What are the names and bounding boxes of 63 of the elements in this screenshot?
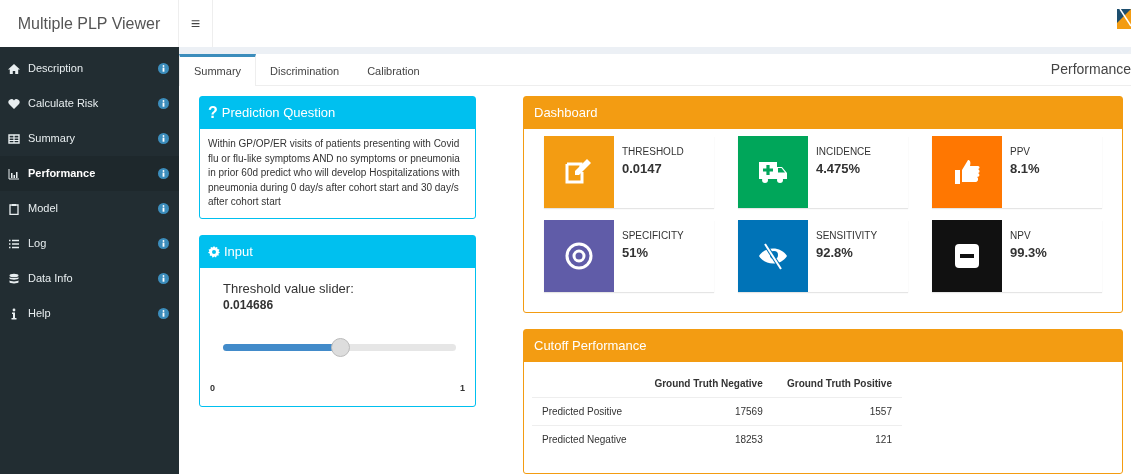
slider-label: Threshold value slider: [223, 281, 355, 296]
sidebar-item[interactable]: Performance [0, 156, 179, 191]
tile-value: 51% [622, 244, 650, 262]
sidebar-item[interactable]: Log [0, 226, 179, 261]
sidebar-item[interactable]: Calculate Risk [0, 86, 179, 121]
heart-icon [8, 97, 20, 110]
column-header: Ground Truth Negative [640, 370, 773, 398]
target-icon [563, 240, 595, 272]
slider-max: 1 [460, 381, 465, 395]
sidebar-item[interactable]: Summary [0, 121, 179, 156]
tile-label: SPECIFICITY [622, 229, 684, 243]
table-cell: 121 [772, 425, 902, 453]
table-cell: 17569 [640, 397, 773, 426]
column-header: Ground Truth Positive [772, 370, 902, 398]
house-icon [8, 62, 20, 75]
sidebar-item[interactable]: Help [0, 296, 179, 331]
panel-title: Dashboard [534, 104, 598, 123]
tile-label: INCIDENCE [816, 145, 871, 159]
eye-slash-icon [757, 240, 789, 272]
tile-value: 4.475% [816, 160, 862, 178]
info-icon[interactable] [158, 98, 169, 109]
sidebar-item[interactable]: Model [0, 191, 179, 226]
tile-label: SENSITIVITY [816, 229, 878, 243]
app-title: Multiple PLP Viewer [0, 0, 179, 47]
tile-label: THRESHOLD [622, 145, 684, 159]
tab[interactable]: Summary [179, 53, 257, 86]
tab[interactable]: Discrimination [256, 53, 354, 86]
row-label: Predicted Positive [532, 397, 641, 426]
info-icon[interactable] [158, 133, 169, 144]
tile-value: 8.1% [1010, 160, 1040, 178]
info-icon[interactable] [158, 238, 169, 249]
slider-handle[interactable] [330, 337, 350, 357]
tile-value: 0.0147 [622, 160, 663, 178]
panel-title: Prediction Question [221, 104, 336, 123]
slider-value: 0.014686 [223, 296, 275, 314]
table-cell: 18253 [640, 425, 773, 453]
tile-label: NPV [1010, 229, 1032, 243]
info-icon[interactable] [158, 203, 169, 214]
clipboard-icon [8, 202, 20, 215]
row-label: Predicted Negative [532, 425, 641, 453]
info-icon[interactable] [158, 168, 169, 179]
sidebar-item[interactable]: Data Info [0, 261, 179, 296]
panel-title: Cutoff Performance [534, 337, 647, 356]
sidebar-item[interactable]: Description [0, 51, 179, 86]
tile-value: 92.8% [816, 244, 854, 262]
info-icon[interactable] [158, 273, 169, 284]
bar-chart-icon [8, 167, 20, 180]
tile-value: 99.3% [1010, 244, 1047, 262]
question-text: Within GP/OP/ER visits of patients presenting with Covid flu or flu-like symptoms AND no symptoms or pneumonia in prior 60d predict who will develop Hospitalizations with pneumonia during 0 day/s after cohort start and 30 day/s after cohort start [207, 137, 461, 209]
database-icon [8, 272, 20, 285]
tab[interactable]: Calibration [353, 53, 434, 86]
panel-title: Input [224, 242, 253, 261]
info-icon[interactable] [158, 63, 169, 74]
table-cell: 1557 [772, 397, 902, 426]
tile-label: PPV [1010, 145, 1031, 159]
slider-track[interactable] [223, 343, 456, 351]
page-title: Performance [1050, 60, 1131, 79]
list-icon [8, 237, 20, 250]
table-icon [8, 132, 20, 145]
slider-min: 0 [210, 381, 215, 395]
info-icon[interactable] [158, 308, 169, 319]
question-icon: ? [208, 101, 218, 125]
gear-icon [208, 245, 220, 258]
